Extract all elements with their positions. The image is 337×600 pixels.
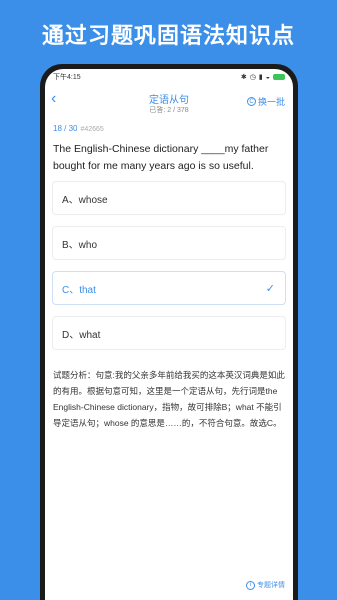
signal-icon: ▮ [258,74,263,81]
option-c[interactable]: C、that ✓ [52,271,286,305]
question-meta: 18 / 30 #42665 [45,119,293,133]
option-b[interactable]: B、who [52,226,286,260]
option-d[interactable]: D、what [52,316,286,350]
question-index: 18 / 30 [53,124,78,133]
checkmark-icon: ✓ [265,282,275,295]
question-text: The English-Chinese dictionary ____my fa… [53,143,269,172]
nav-bar: ‹ 定语从句 已答: 2 / 378 C 换一批 [45,85,293,119]
phone-frame: 下午4:15 ✱ ◷ ▮ ◒ ‹ 定语从句 已答: 2 / 378 C 换一批 … [40,64,298,600]
topic-detail-label: 专题详情 [257,582,285,589]
wifi-icon: ◒ [265,73,270,81]
promo-headline: 通过习题巩固语法知识点 [41,23,295,48]
swap-batch-button[interactable]: C 换一批 [246,95,285,108]
status-time: 下午4:15 [53,74,81,81]
option-label: B、who [62,239,98,251]
app-screen: 下午4:15 ✱ ◷ ▮ ◒ ‹ 定语从句 已答: 2 / 378 C 换一批 … [45,69,293,600]
status-bar: 下午4:15 ✱ ◷ ▮ ◒ [45,69,293,85]
topic-detail-link[interactable]: i 专题详情 [246,580,285,590]
status-icons: ✱ ◷ ▮ ◒ [241,73,285,81]
alarm-icon: ◷ [249,74,256,81]
option-label: C、that [62,284,96,296]
options-list: A、whose B、who C、that ✓ D、what [45,175,293,350]
question-id: #42665 [80,126,104,133]
option-label: D、what [62,329,101,341]
bluetooth-icon: ✱ [240,74,247,81]
battery-icon [273,74,285,80]
option-a[interactable]: A、whose [52,181,286,215]
option-label: A、whose [62,194,108,206]
refresh-icon: C [246,97,256,106]
swap-batch-label: 换一批 [257,97,285,107]
answer-analysis: 试题分析：句意:我的父亲多年前给我买的这本英汉词典是如此的有用。根据句意可知，这… [53,370,285,428]
info-icon: i [246,580,255,590]
